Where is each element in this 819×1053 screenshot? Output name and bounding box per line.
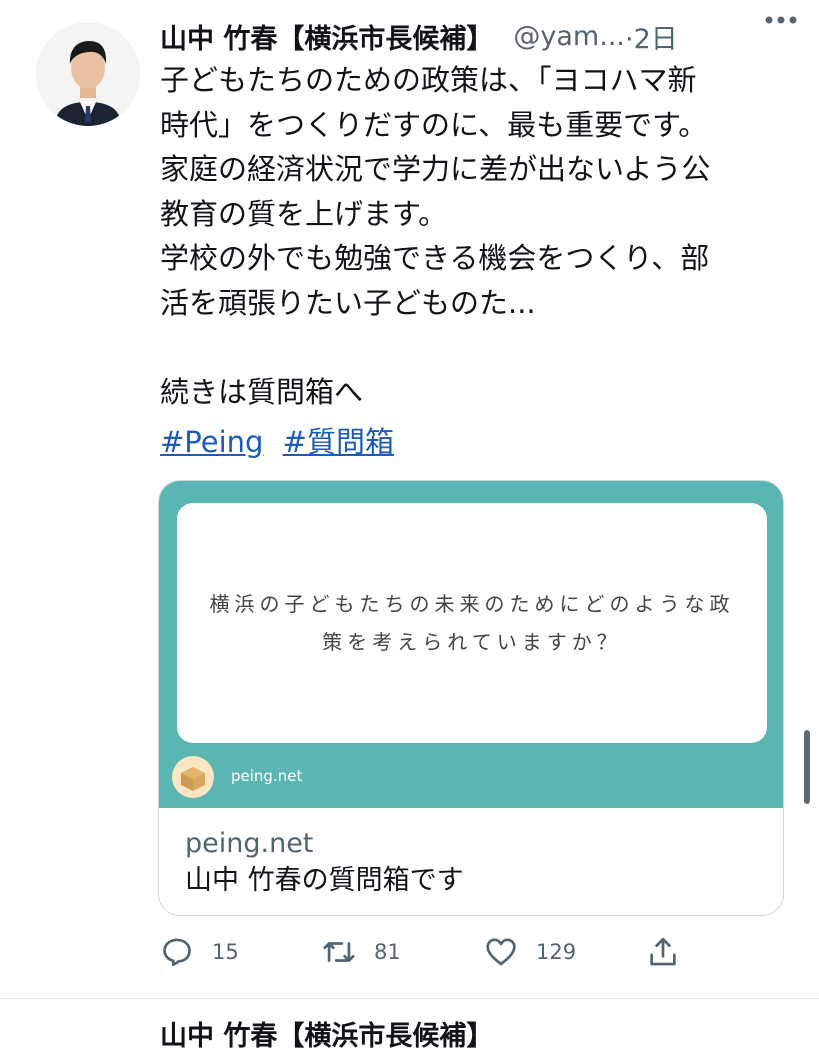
tweet-header: 山中 竹春【横浜市長候補】 @yam... ·2日 <box>160 16 800 56</box>
tweet-divider <box>0 998 819 999</box>
like-count: 129 <box>536 940 577 964</box>
avatar-photo <box>36 22 140 126</box>
share-icon <box>650 937 676 966</box>
card-title: 山中 竹春の質問箱です <box>185 865 464 896</box>
more-horizontal-icon[interactable] <box>763 10 799 30</box>
tweet-text-line: 子どもたちのための政策は、「ヨコハマ新 <box>160 63 697 97</box>
link-card[interactable]: 横浜の子どもたちの未来のためにどのような政策を考えられていますか？ peing.… <box>158 480 784 916</box>
share-button[interactable] <box>646 930 680 974</box>
question-text: 横浜の子どもたちの未来のためにどのような政策を考えられていますか？ <box>209 592 735 654</box>
retweet-count: 81 <box>374 940 401 964</box>
reply-count: 15 <box>212 940 239 964</box>
hashtag-shitsumonbako[interactable]: #質問箱 <box>283 425 394 459</box>
retweet-icon <box>323 942 355 962</box>
author-name[interactable]: 山中 竹春【横浜市長候補】 <box>160 17 493 56</box>
question-box: 横浜の子どもたちの未来のためにどのような政策を考えられていますか？ <box>177 503 767 743</box>
card-media: 横浜の子どもたちの未来のためにどのような政策を考えられていますか？ peing.… <box>159 481 783 808</box>
tweet-text-line: 教育の質を上げます。 <box>160 196 448 231</box>
hashtag-peing[interactable]: #Peing <box>160 425 263 459</box>
tweet-text-line: 活を頑張りたい子どものた... <box>160 285 536 320</box>
card-media-source: peing.net <box>231 767 303 785</box>
tweet-timestamp[interactable]: ·2日 <box>625 17 678 56</box>
heart-icon <box>486 938 516 966</box>
avatar[interactable] <box>36 22 140 126</box>
next-tweet-author[interactable]: 山中 竹春【横浜市長候補】 <box>160 1014 493 1053</box>
tweet-text: 子どもたちのための政策は、「ヨコハマ新 時代」をつくりだすのに、最も重要です。 … <box>160 58 780 414</box>
scrollbar[interactable] <box>804 730 810 804</box>
tweet-text-line: 時代」をつくりだすのに、最も重要です。 <box>160 107 708 142</box>
tweet-text-line <box>160 325 780 370</box>
tweet-text-line: 学校の外でも勉強できる機会をつくり、部 <box>160 241 710 275</box>
author-handle[interactable]: @yam... <box>513 21 625 52</box>
tweet-actions: 15 81 129 <box>160 930 800 974</box>
reply-button[interactable]: 15 <box>160 930 239 974</box>
reply-icon <box>163 938 191 967</box>
like-button[interactable]: 129 <box>484 930 576 974</box>
card-footer: peing.net 山中 竹春の質問箱です <box>185 826 464 900</box>
retweet-button[interactable]: 81 <box>322 930 401 974</box>
card-domain: peing.net <box>185 828 314 859</box>
peing-logo-icon <box>172 756 214 798</box>
hashtags: #Peing #質問箱 <box>160 420 404 464</box>
tweet-text-line: 続きは質問箱へ <box>160 374 364 409</box>
tweet-text-line: 家庭の経済状況で学力に差が出ないよう公 <box>160 152 711 186</box>
